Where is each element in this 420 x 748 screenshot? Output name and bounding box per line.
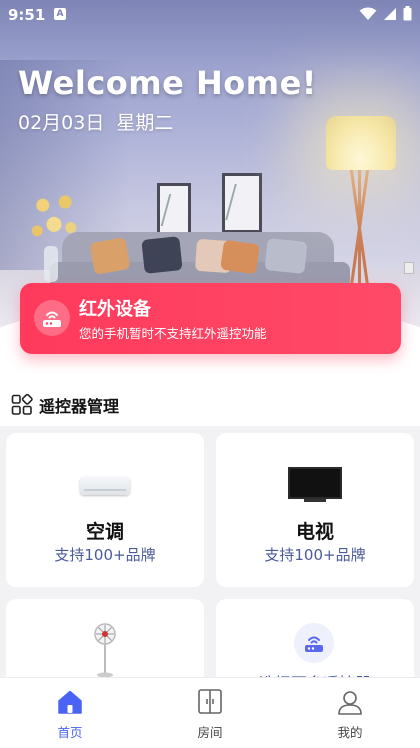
- tv-icon: [288, 467, 342, 499]
- pillow: [264, 237, 308, 275]
- floor-lamp: [326, 116, 396, 170]
- bottom-nav: 首页 房间 我的: [0, 677, 420, 748]
- device-name: 电视: [295, 521, 334, 543]
- nav-profile-label: 我的: [337, 725, 363, 740]
- nav-home[interactable]: 首页: [0, 678, 140, 748]
- wall-frame-right: [222, 173, 262, 233]
- ir-device-card[interactable]: 红外设备 您的手机暂时不支持红外遥控功能: [20, 283, 401, 354]
- remote-section-header: 遥控器管理: [11, 393, 119, 417]
- app-screen: 9:51 A Welcome Home! 02月03日 星期二 红外设备 您的手…: [0, 0, 420, 748]
- welcome-title: Welcome Home!: [18, 64, 317, 102]
- hero-banner: 9:51 A Welcome Home! 02月03日 星期二: [0, 0, 420, 330]
- status-time: 9:51: [8, 6, 46, 24]
- device-tile-tv[interactable]: 电视 支持100+品牌: [216, 433, 414, 587]
- air-conditioner-icon: [80, 477, 130, 495]
- pillow: [220, 239, 260, 275]
- lamp-leg: [358, 168, 361, 288]
- wifi-icon: [359, 7, 377, 20]
- date-text: 02月03日: [18, 112, 105, 134]
- device-subtitle: 支持100+品牌: [54, 546, 156, 564]
- device-tile-ac[interactable]: 空调 支持100+品牌: [6, 433, 204, 587]
- fan-icon: [94, 623, 116, 678]
- section-title: 遥控器管理: [39, 397, 120, 416]
- user-icon: [338, 691, 362, 715]
- pillow: [141, 236, 183, 274]
- tv-stand: [304, 499, 326, 502]
- vase: [44, 246, 58, 282]
- signal-icon: [384, 7, 396, 20]
- weekday-text: 星期二: [116, 112, 174, 134]
- device-name: 空调: [85, 521, 124, 543]
- wall-socket: [404, 262, 414, 274]
- date-line: 02月03日 星期二: [18, 108, 173, 135]
- door-icon: [198, 689, 222, 714]
- router-icon: [34, 300, 70, 336]
- home-icon: [58, 690, 82, 714]
- notification-icon: A: [54, 8, 66, 20]
- status-bar: 9:51 A: [0, 0, 420, 30]
- status-icons: [359, 6, 412, 21]
- pillow: [89, 237, 131, 275]
- nav-room[interactable]: 房间: [140, 678, 280, 748]
- flowers: [26, 186, 82, 250]
- nav-home-label: 首页: [57, 725, 83, 740]
- ir-card-description: 您的手机暂时不支持红外遥控功能: [79, 326, 267, 341]
- router-icon: [294, 623, 334, 663]
- wall-frame-left: [157, 183, 191, 239]
- grid-apps-icon: [11, 394, 33, 415]
- nav-room-label: 房间: [197, 725, 223, 740]
- device-subtitle: 支持100+品牌: [264, 546, 366, 564]
- battery-icon: [403, 6, 412, 21]
- nav-profile[interactable]: 我的: [280, 678, 420, 748]
- ir-card-title: 红外设备: [79, 299, 151, 320]
